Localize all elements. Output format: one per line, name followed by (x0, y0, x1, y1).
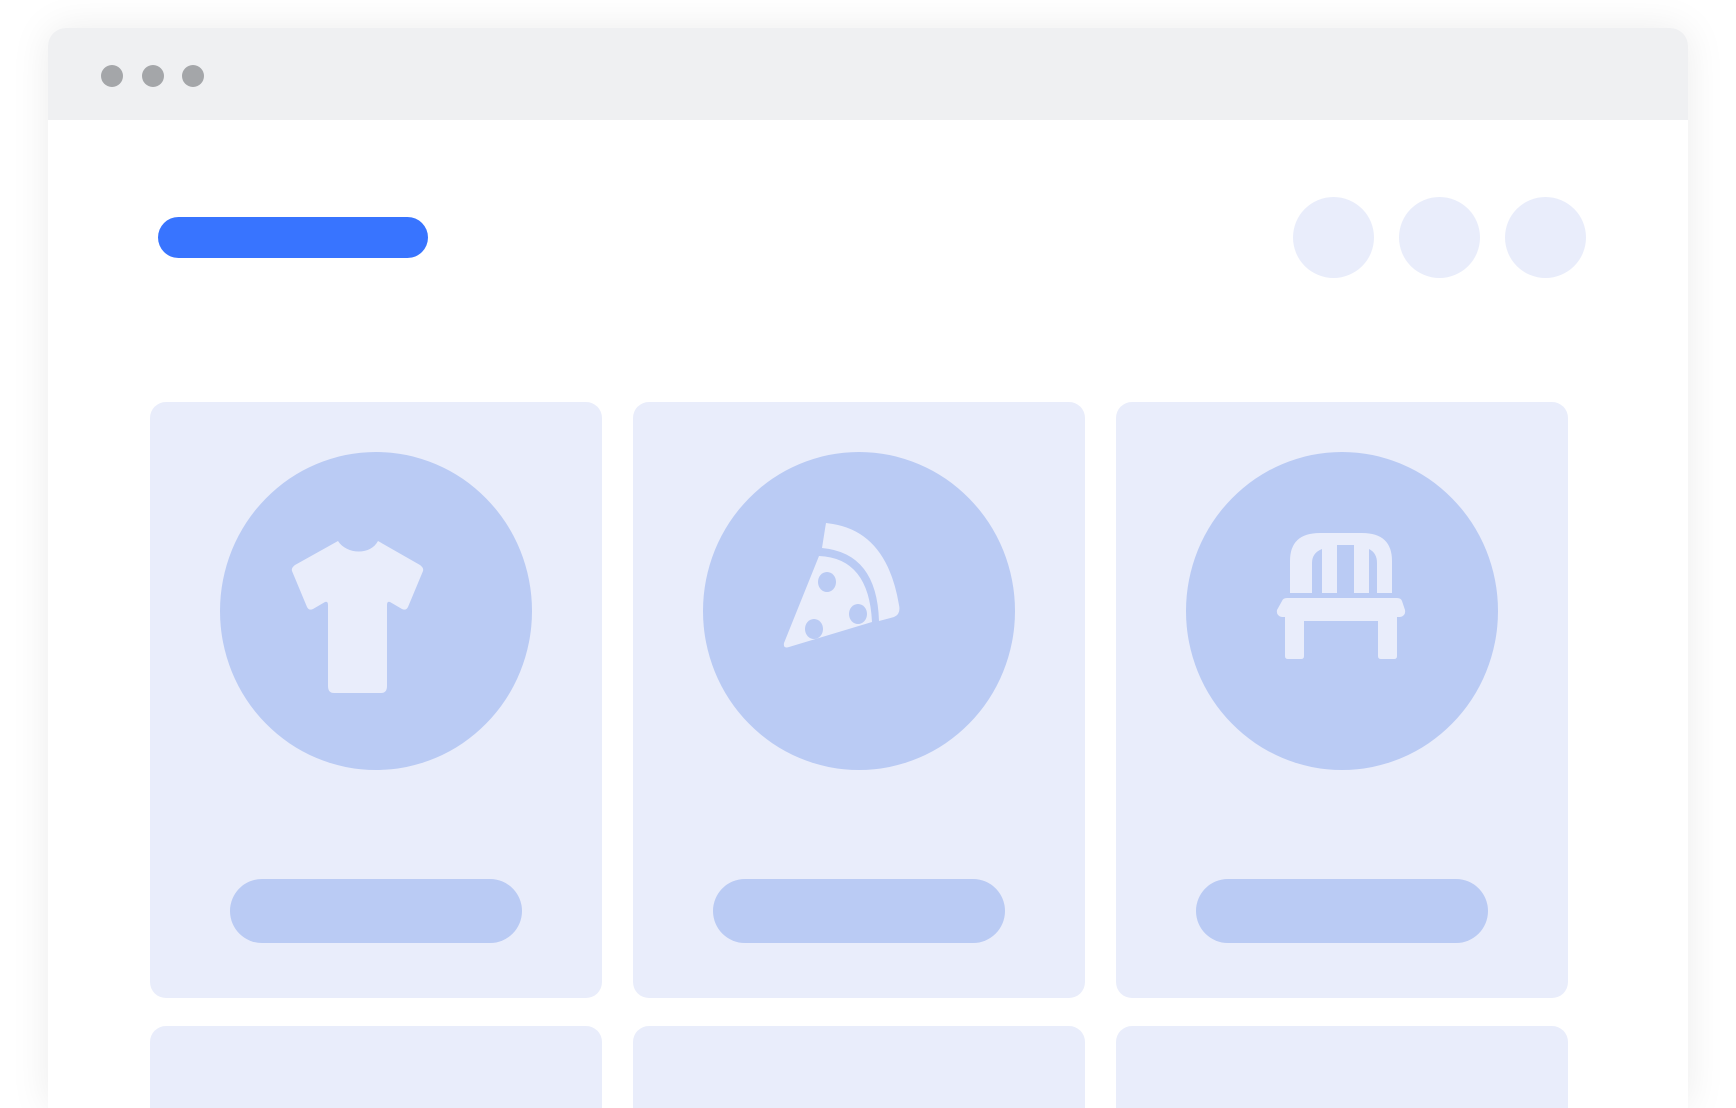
category-card-row2-2[interactable] (633, 1026, 1085, 1108)
nav-icon-button-2[interactable] (1399, 197, 1480, 278)
logo-placeholder[interactable] (158, 217, 428, 258)
window-titlebar (48, 28, 1688, 120)
window-maximize-dot[interactable] (182, 65, 204, 87)
nav-icon-button-1[interactable] (1293, 197, 1374, 278)
tshirt-icon (291, 541, 424, 693)
category-card-food[interactable] (633, 402, 1085, 998)
card-button[interactable] (1196, 879, 1488, 943)
nav-icon-button-3[interactable] (1505, 197, 1586, 278)
category-card-row2-3[interactable] (1116, 1026, 1568, 1108)
category-card-clothing[interactable] (150, 402, 602, 998)
card-button[interactable] (713, 879, 1005, 943)
window-close-dot[interactable] (101, 65, 123, 87)
card-icon-circle (1186, 452, 1498, 770)
card-button[interactable] (230, 879, 522, 943)
card-icon-circle (220, 452, 532, 770)
pizza-slice-icon (783, 523, 900, 648)
category-card-row2-1[interactable] (150, 1026, 602, 1108)
browser-window (48, 28, 1688, 1108)
card-icon-circle (703, 452, 1015, 770)
bench-icon (1276, 533, 1406, 659)
category-card-furniture[interactable] (1116, 402, 1568, 998)
window-minimize-dot[interactable] (142, 65, 164, 87)
